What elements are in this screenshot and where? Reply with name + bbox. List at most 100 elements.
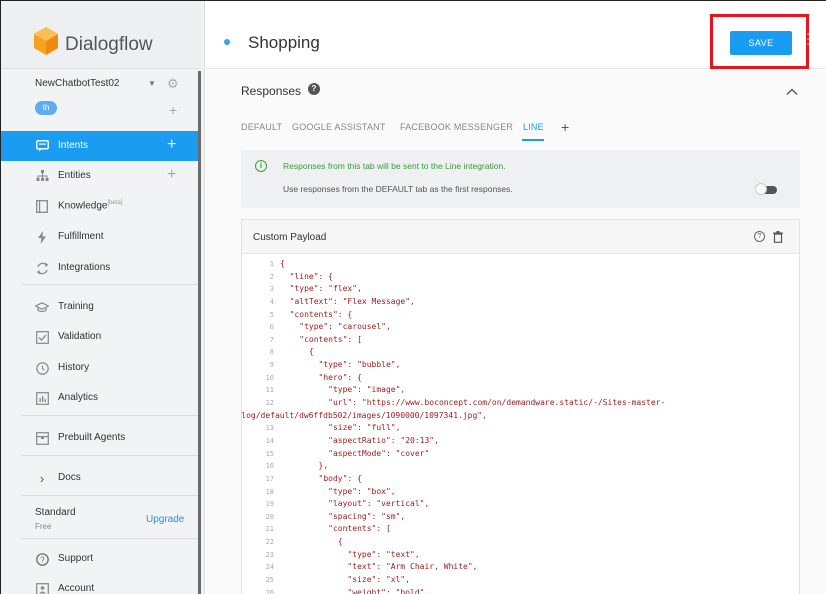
line-info-box: i Responses from this tab will be sent t… [241,150,800,208]
add-entity-icon[interactable]: + [167,166,176,184]
line-number: 17 [265,474,274,483]
plan-name: Standard [35,507,76,518]
sidebar-item-label: Validation [58,331,102,342]
code-text: "size": "xl", [280,575,411,585]
line-number: 6 [269,323,274,332]
code-text: "type": "text", [280,549,420,559]
tab-default[interactable]: DEFAULT [241,122,282,132]
toggle-knob [755,183,767,195]
sidebar-item-entities[interactable]: Entities + [1,161,201,191]
code-text: "url": "https://www.boconcept.com/on/dem… [280,398,666,408]
payload-help-icon[interactable]: ? [754,231,765,242]
code-line: 17 "body": { [242,473,799,486]
sync-icon [35,261,49,275]
svg-text:?: ? [40,555,45,564]
sidebar-item-account[interactable]: Account [1,574,201,594]
code-text: catalog/default/dw6ffdb502/images/109000… [242,410,487,420]
tab-line[interactable]: LINE [523,122,544,132]
line-number: 21 [265,525,274,534]
line-number: 11 [265,386,274,395]
code-text: "type": "image", [280,385,406,395]
help-icon[interactable]: ? [308,83,320,95]
sidebar-item-support[interactable]: ? Support [1,544,201,574]
line-number: 16 [265,462,274,471]
code-text: "type": "flex", [280,284,362,294]
sidebar-item-analytics[interactable]: Analytics [1,383,201,413]
sidebar-divider [21,538,201,539]
sidebar-item-history[interactable]: History [1,353,201,383]
code-text: "contents": { [280,309,353,319]
code-text: "contents": [ [280,334,362,344]
checkbox-icon [35,330,49,344]
sidebar-item-fulfillment[interactable]: Fulfillment [1,222,201,252]
line-number: 12 [265,399,274,408]
code-line: 3 "type": "flex", [242,283,799,296]
line-number: 18 [265,487,274,496]
line-number: 2 [269,272,274,281]
add-tab-icon[interactable]: + [561,119,569,135]
dialogflow-console: Dialogflow NewChatbotTest02 ▼ ⚙ th + Int… [0,0,826,594]
sidebar-item-validation[interactable]: Validation [1,322,201,352]
custom-payload-card: Custom Payload ? 1{2 "line": {3 "type": … [241,219,800,594]
code-text: { [280,259,285,268]
sidebar-item-label: Intents [58,140,89,151]
code-line: 5 "contents": { [242,309,799,322]
sidebar-item-intents[interactable]: Intents + [1,131,201,161]
tab-facebook-messenger[interactable]: FACEBOOK MESSENGER [400,122,513,132]
line-number: 8 [269,348,274,357]
chevron-down-icon[interactable]: ▼ [148,79,156,88]
sidebar-item-integrations[interactable]: Integrations [1,253,201,283]
code-text: { [280,347,314,357]
code-line: 24 "text": "Arm Chair, White", [242,561,799,574]
code-line: 26 "weight": "bold", [242,587,799,594]
sidebar-divider [21,455,201,456]
logo-row: Dialogflow [1,1,201,69]
sidebar-item-label: Account [58,583,95,594]
code-text: "spacing": "sm", [280,511,406,521]
code-text: "type": "carousel", [280,322,391,332]
save-button[interactable]: SAVE [730,31,792,55]
sidebar-item-knowledge[interactable]: Knowledge[beta] [1,191,201,221]
code-line: 12 "url": "https://www.boconcept.com/on/… [242,397,799,410]
package-icon [35,431,49,445]
graduation-cap-icon [35,300,49,314]
sidebar-divider [21,495,201,496]
agent-selector[interactable]: NewChatbotTest02 [35,78,120,89]
book-icon [35,199,49,213]
sidebar-item-label: Knowledge[beta] [58,200,123,212]
code-text: "text": "Arm Chair, White", [280,562,478,572]
code-line: 4 "altText": "Flex Message", [242,296,799,309]
default-responses-toggle[interactable] [755,183,777,195]
code-text: "body": { [280,473,362,483]
sidebar-scrollbar[interactable] [198,71,201,594]
code-line: 22 { [242,536,799,549]
sidebar-item-training[interactable]: Training [1,292,201,322]
upgrade-link[interactable]: Upgrade [146,514,184,525]
code-text: }, [280,461,329,471]
line-number: 25 [265,576,274,585]
line-number: 14 [265,436,274,445]
code-editor[interactable]: 1{2 "line": {3 "type": "flex", 4 "altText… [242,258,799,594]
language-chip[interactable]: th [35,101,57,115]
sidebar-item-docs[interactable]: › Docs [1,463,201,493]
code-text: "contents": [ [280,524,391,534]
code-line: 23 "type": "text", [242,549,799,562]
sidebar-item-label: Training [58,301,94,312]
gear-icon[interactable]: ⚙ [167,76,179,92]
line-number: 26 [265,588,274,594]
chevron-up-icon[interactable] [786,86,798,98]
sidebar-item-label: Support [58,553,94,564]
add-language-icon[interactable]: + [169,102,177,118]
tab-google-assistant[interactable]: GOOGLE ASSISTANT [292,122,386,132]
more-vert-icon[interactable] [807,33,810,49]
code-line: 9 "type": "bubble", [242,359,799,372]
code-line: 21 "contents": [ [242,523,799,536]
payload-title: Custom Payload [253,232,327,243]
intent-name[interactable]: Shopping [248,33,320,53]
add-intent-icon[interactable]: + [167,136,176,154]
line-number: 20 [265,512,274,521]
trash-icon[interactable] [773,231,783,243]
sidebar-item-prebuilt-agents[interactable]: Prebuilt Agents [1,423,201,453]
hierarchy-icon [35,169,49,183]
sidebar: Dialogflow NewChatbotTest02 ▼ ⚙ th + Int… [1,1,205,594]
